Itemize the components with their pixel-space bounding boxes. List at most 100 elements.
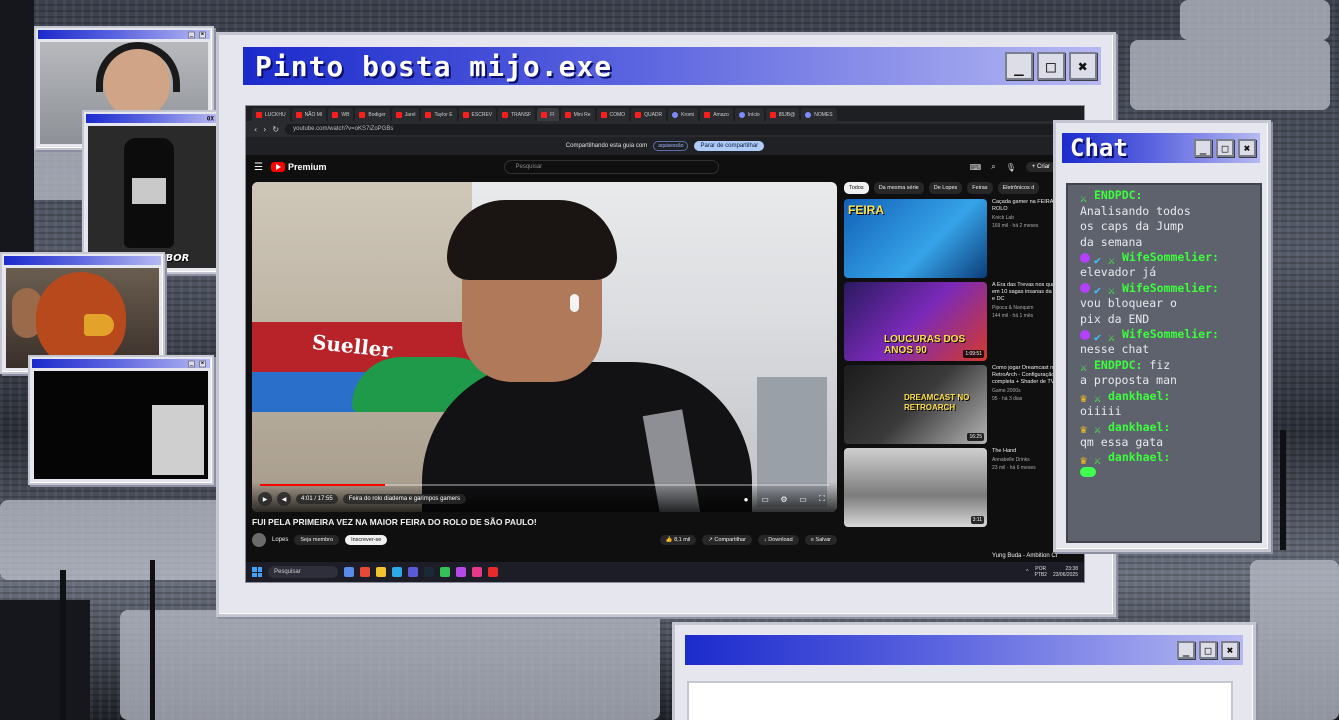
youtube-logo[interactable]: Premium (270, 162, 326, 172)
app-icon[interactable] (456, 567, 466, 577)
youtube-search-input[interactable]: Pesquisar (504, 160, 720, 174)
discord-icon[interactable] (408, 567, 418, 577)
video-thumbnail[interactable]: 3:11 (844, 448, 987, 527)
play-icon[interactable]: ▶ (258, 492, 272, 506)
subtitles-icon[interactable]: ▭ (758, 492, 772, 506)
browser-tab[interactable]: Bodiger (355, 108, 390, 121)
close-button[interactable]: ✖ (1069, 52, 1097, 80)
search-icon[interactable]: ⌕ (991, 162, 995, 172)
main-titlebar[interactable]: Pinto bosta mijo.exe _ □ ✖ (243, 47, 1101, 85)
maximize-button[interactable]: □ (1037, 52, 1065, 80)
like-button[interactable]: 👍 8,1 mil (659, 535, 697, 545)
task-view-icon[interactable] (344, 567, 354, 577)
bottom-window[interactable]: _ □ ✖ (672, 622, 1256, 720)
channel-name[interactable]: Lopes (272, 537, 288, 543)
close-button[interactable]: ✖ (1221, 641, 1239, 659)
browser-tab[interactable]: Taylor E (421, 108, 457, 121)
chat-titlebar[interactable]: Chat _ □ ✖ (1062, 133, 1260, 163)
browser-tab-active[interactable]: FI (537, 108, 559, 121)
app-a-icon[interactable] (440, 567, 450, 577)
back-icon[interactable]: ‹ (254, 125, 257, 134)
url-field[interactable]: youtube.com/watch?v=oKS7iZoPGBs (285, 123, 1062, 135)
video-thumbnail[interactable]: FEIRA (844, 199, 987, 278)
chat-username[interactable]: WifeSommelier: (1122, 281, 1219, 295)
next-up-title[interactable]: Yung Buda - Ambition Cr (992, 553, 1058, 559)
join-button[interactable]: Seja membro (294, 535, 340, 545)
minimize-button[interactable]: _ (188, 31, 195, 38)
reload-icon[interactable]: ↻ (272, 125, 279, 134)
chat-username[interactable]: dankhael: (1108, 389, 1170, 403)
clock-date[interactable]: 23/06/2025 (1053, 572, 1078, 578)
create-button[interactable]: + Criar (1025, 162, 1057, 172)
maximize-button[interactable]: □ (1216, 139, 1234, 157)
keyboard-icon[interactable]: ⌨ (970, 163, 982, 172)
webcam-titlebar[interactable] (4, 256, 161, 265)
webcam-titlebar[interactable]: _ ✖ (38, 30, 210, 39)
minimize-button[interactable]: _ (1194, 139, 1212, 157)
tray-chevron-icon[interactable]: ^ (1026, 569, 1028, 575)
volume-icon[interactable]: ◀ (277, 492, 291, 506)
chat-username[interactable]: WifeSommelier: (1122, 327, 1219, 341)
chip-electronics[interactable]: Eletrônicos d (997, 182, 1040, 194)
chat-username[interactable]: ENDPDC: (1094, 358, 1142, 372)
video-thumbnail[interactable]: LOUCURAS DOS ANOS 90 1:09:51 (844, 282, 987, 361)
browser-tab[interactable]: Mini Re (560, 108, 595, 121)
video-progress-bar[interactable] (260, 484, 829, 486)
browser-tab[interactable]: 85JB@ (765, 108, 800, 121)
minimize-button[interactable]: _ (188, 360, 195, 367)
chat-username[interactable]: WifeSommelier: (1122, 250, 1219, 264)
mic-icon[interactable]: 🎙 (1006, 163, 1016, 172)
theater-icon[interactable]: ▭ (796, 492, 810, 506)
youtube-app-icon[interactable] (488, 567, 498, 577)
main-window[interactable]: Pinto bosta mijo.exe _ □ ✖ LUCKHU NÃO MI… (216, 32, 1116, 617)
chat-window[interactable]: Chat _ □ ✖ oiiiii⚔ENDPDC:Analisando todo… (1053, 120, 1271, 552)
chip-fairs[interactable]: Feiras (967, 182, 993, 194)
browser-tab[interactable]: ESCREV (458, 108, 497, 121)
recommendation-item[interactable]: LOUCURAS DOS ANOS 90 1:09:51 A Era das T… (844, 282, 1074, 363)
maximize-button[interactable]: □ (1199, 641, 1217, 659)
chapter-label[interactable]: Feira do rolo diadema e garimpos gamers (342, 494, 467, 504)
channel-avatar[interactable] (252, 533, 266, 547)
video-thumbnail[interactable]: DREAMCAST NO RETROARCH 16:25 (844, 365, 987, 444)
chip-all[interactable]: Todos (844, 182, 869, 194)
save-button[interactable]: ≡ Salvar (804, 535, 837, 545)
fullscreen-icon[interactable]: ⛶ (815, 492, 829, 506)
close-button[interactable]: ✖ (199, 31, 206, 38)
keyboard-layout[interactable]: PTB2 (1034, 572, 1047, 578)
close-button[interactable]: ✖ (1238, 139, 1256, 157)
obs-icon[interactable] (472, 567, 482, 577)
forward-icon[interactable]: › (263, 125, 266, 134)
browser-tab[interactable]: Amazo (700, 108, 733, 121)
browser-tab[interactable]: TRANSF (498, 108, 536, 121)
chat-username[interactable]: ENDPDC: (1094, 188, 1142, 202)
bottom-titlebar[interactable]: _ □ ✖ (685, 635, 1243, 665)
chip-from-channel[interactable]: De Lopes (928, 182, 963, 194)
browser-icon[interactable] (360, 567, 370, 577)
browser-tab[interactable]: WB (328, 108, 354, 121)
webcam-window-4[interactable]: _ ✖ (28, 355, 214, 485)
browser-tab[interactable]: NOMES (801, 108, 837, 121)
browser-tab[interactable]: LUCKHU (252, 108, 290, 121)
download-button[interactable]: ↓ Download (757, 535, 799, 545)
subscribe-button[interactable]: Inscrever-se (345, 535, 388, 545)
video-player[interactable]: Sueller ▶ ◀ 4:01 / 17:55 Feira do rolo d… (252, 182, 837, 512)
browser-tab[interactable]: Início (734, 108, 764, 121)
file-explorer-icon[interactable] (376, 567, 386, 577)
share-button[interactable]: ↗ Compartilhar (702, 535, 752, 545)
browser-tab[interactable]: COMO (596, 108, 630, 121)
browser-tab[interactable]: Jarel (391, 108, 420, 121)
recommendation-item[interactable]: DREAMCAST NO RETROARCH 16:25 Como jogar … (844, 365, 1074, 446)
settings-icon[interactable]: ⚙ (777, 492, 791, 506)
minimize-button[interactable]: _ (1005, 52, 1033, 80)
webcam-titlebar[interactable]: 0X (86, 114, 218, 123)
windows-start-icon[interactable] (252, 567, 262, 577)
autoplay-toggle-icon[interactable]: ● (739, 492, 753, 506)
webcam-window-2[interactable]: 0X Tung Tung saBOR (82, 110, 222, 274)
browser-tab[interactable]: QUADR (631, 108, 667, 121)
minimize-button[interactable]: _ (1177, 641, 1195, 659)
taskbar-search[interactable]: Pesquisar (268, 566, 338, 578)
recommendation-item[interactable]: FEIRA Caçada gamer na FEIRA DO ROLO Knic… (844, 199, 1074, 280)
hamburger-menu-icon[interactable]: ☰ (254, 162, 263, 173)
chat-username[interactable]: dankhael: (1108, 450, 1170, 464)
steam-icon[interactable] (424, 567, 434, 577)
